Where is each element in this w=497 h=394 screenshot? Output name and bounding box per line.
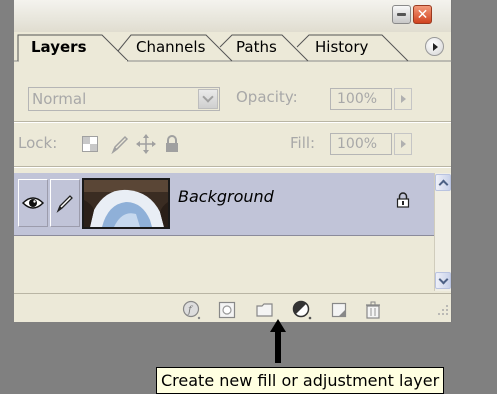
lock-position-button[interactable] (136, 134, 156, 154)
trash-icon (366, 301, 380, 319)
opacity-label: Opacity: (236, 88, 298, 106)
chevron-down-icon (202, 91, 214, 103)
arrow-up-icon (270, 319, 286, 363)
close-button[interactable]: ✕ (413, 5, 432, 24)
new-layer-icon (331, 302, 347, 318)
blend-row: Normal Opacity: 100% (14, 85, 451, 115)
eye-icon (22, 197, 44, 209)
new-group-button[interactable] (254, 300, 276, 320)
fill-slider-button[interactable] (394, 133, 412, 155)
lock-icon (396, 192, 410, 208)
fill-input[interactable]: 100% (330, 133, 392, 155)
layer-row[interactable]: Background (14, 173, 434, 236)
tab-channels[interactable]: Channels (136, 38, 205, 56)
lock-all-icon (166, 135, 178, 152)
layer-name[interactable]: Background (178, 187, 274, 206)
minimize-button[interactable] (392, 5, 411, 24)
resize-grip[interactable] (437, 301, 449, 320)
lock-image-pixels-icon (111, 135, 129, 154)
scroll-down-button[interactable] (435, 272, 451, 289)
blend-mode-dropdown-button[interactable] (198, 89, 218, 109)
flyout-menu-icon (433, 42, 438, 51)
chevron-up-icon (438, 179, 448, 189)
layer-visibility-toggle[interactable] (18, 179, 48, 227)
opacity-input[interactable]: 100% (330, 88, 392, 110)
add-layer-mask-button[interactable] (216, 300, 238, 320)
separator (14, 166, 451, 168)
delete-layer-button[interactable] (362, 300, 384, 320)
fill-adjustment-icon (292, 300, 312, 320)
panel-menu-button[interactable] (425, 37, 444, 56)
lock-label: Lock: (18, 134, 58, 152)
tab-history[interactable]: History (315, 38, 368, 56)
layer-mask-icon (218, 301, 236, 319)
lock-image-pixels-button[interactable] (110, 134, 130, 154)
lock-position-icon (136, 134, 156, 154)
layer-thumbnail[interactable] (82, 178, 170, 229)
fill-label: Fill: (290, 134, 316, 152)
layer-thumbnail-image (84, 180, 168, 227)
blend-mode-value: Normal (32, 90, 87, 108)
resize-grip-icon (438, 305, 448, 315)
layers-bottom-toolbar: f (14, 293, 451, 322)
lock-all-button[interactable] (162, 134, 182, 154)
create-fill-adjustment-layer-button[interactable] (292, 300, 314, 320)
minimize-icon (397, 13, 406, 16)
brush-icon (56, 195, 73, 213)
tab-layers[interactable]: Layers (31, 38, 87, 56)
panel-title-bar[interactable]: ✕ (14, 0, 451, 32)
lock-transparent-pixels-icon (82, 136, 98, 152)
add-layer-style-button[interactable]: f (182, 300, 204, 320)
layers-panel: ✕ Layers Channels Paths History Normal O… (14, 0, 452, 322)
slider-arrow-icon (400, 140, 406, 148)
panel-tabs: Layers Channels Paths History (14, 32, 452, 62)
layer-link-brush-toggle[interactable] (50, 179, 80, 227)
lock-row: Lock: Fill: 100% (14, 130, 451, 160)
close-icon: ✕ (416, 6, 429, 23)
tooltip: Create new fill or adjustment layer (156, 367, 445, 394)
new-layer-button[interactable] (328, 300, 350, 320)
tab-paths[interactable]: Paths (236, 38, 277, 56)
layers-list: Background (14, 173, 434, 291)
lock-transparent-pixels-button[interactable] (80, 134, 100, 154)
blend-mode-select[interactable]: Normal (28, 87, 220, 111)
folder-icon (256, 303, 273, 317)
layers-scrollbar[interactable] (434, 173, 451, 291)
opacity-slider-button[interactable] (394, 88, 412, 110)
layer-style-icon: f (182, 300, 201, 320)
mouse-pointer-icon (268, 318, 288, 368)
chevron-down-icon (438, 274, 448, 284)
layer-locked-indicator (396, 192, 410, 212)
slider-arrow-icon (400, 95, 406, 103)
scroll-up-button[interactable] (435, 174, 451, 191)
separator (14, 121, 451, 123)
